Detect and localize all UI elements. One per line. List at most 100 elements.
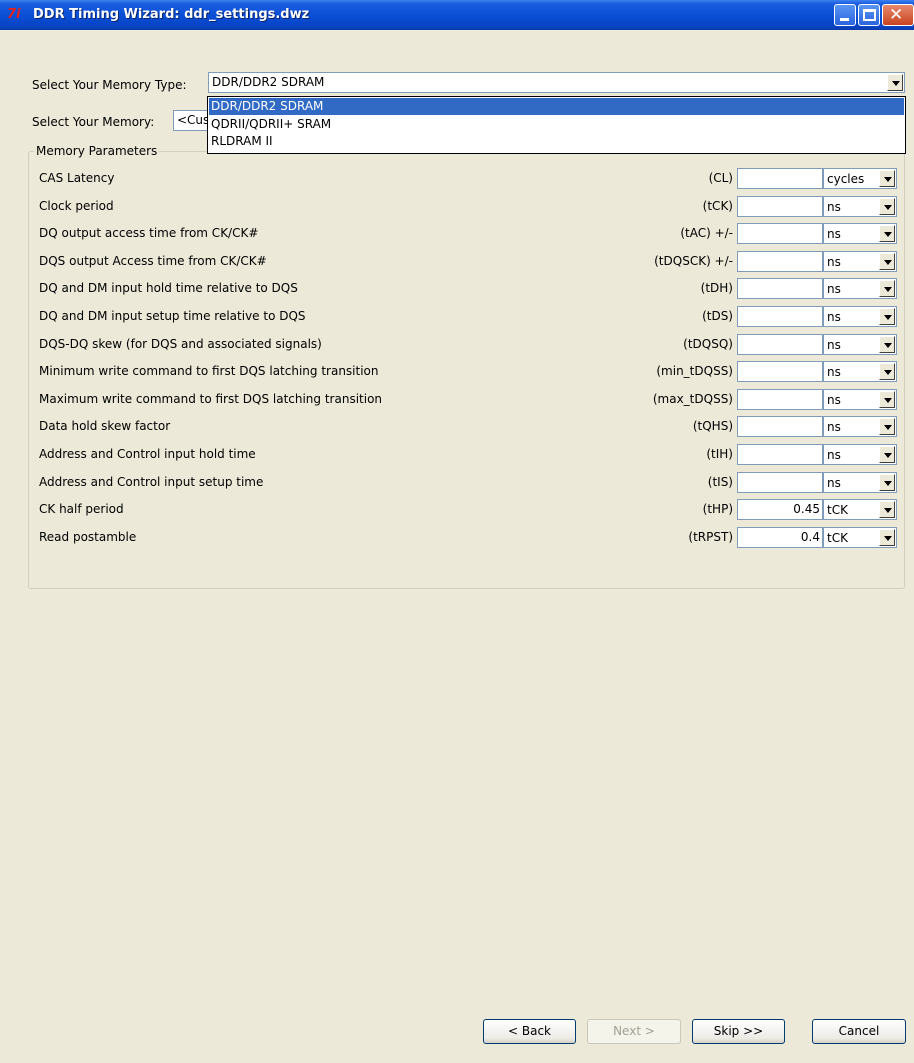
app-icon: 7i: [7, 7, 21, 22]
unit-value: cycles: [827, 172, 865, 186]
unit-value: tCK: [827, 531, 848, 545]
unit-value: ns: [827, 338, 841, 352]
parameter-value-input[interactable]: [737, 251, 823, 272]
unit-dropdown-button[interactable]: [879, 474, 895, 491]
parameter-value-input[interactable]: 0.45: [737, 499, 823, 520]
dropdown-option-ddr[interactable]: DDR/DDR2 SDRAM: [209, 98, 904, 115]
unit-dropdown-button[interactable]: [879, 280, 895, 297]
memory-type-value: DDR/DDR2 SDRAM: [212, 75, 325, 89]
chevron-down-icon: [884, 260, 892, 265]
chevron-down-icon: [884, 343, 892, 348]
unit-dropdown-button[interactable]: [879, 529, 895, 546]
chevron-down-icon: [884, 177, 892, 182]
parameter-symbol: (tDS): [702, 309, 733, 323]
parameter-symbol: (tHP): [702, 502, 733, 516]
parameter-symbol: (tCK): [702, 199, 733, 213]
parameter-label: Address and Control input setup time: [39, 475, 264, 489]
unit-select[interactable]: ns: [823, 251, 897, 272]
unit-value: ns: [827, 310, 841, 324]
unit-value: ns: [827, 365, 841, 379]
unit-select[interactable]: ns: [823, 416, 897, 437]
unit-dropdown-button[interactable]: [879, 170, 895, 187]
memory-type-dropdown-button[interactable]: [887, 74, 903, 91]
maximize-button[interactable]: [858, 4, 880, 26]
unit-select[interactable]: tCK: [823, 499, 897, 520]
parameter-value-input[interactable]: [737, 361, 823, 382]
parameter-label: Minimum write command to first DQS latch…: [39, 364, 379, 378]
parameter-value-input[interactable]: [737, 223, 823, 244]
chevron-down-icon: [884, 481, 892, 486]
parameter-value-input[interactable]: [737, 416, 823, 437]
unit-select[interactable]: ns: [823, 196, 897, 217]
unit-dropdown-button[interactable]: [879, 198, 895, 215]
next-button[interactable]: Next >: [587, 1019, 681, 1044]
dropdown-option-qdrii[interactable]: QDRII/QDRII+ SRAM: [209, 116, 904, 133]
parameter-symbol: (tIH): [706, 447, 733, 461]
unit-dropdown-button[interactable]: [879, 336, 895, 353]
skip-button[interactable]: Skip >>: [692, 1019, 785, 1044]
chevron-down-icon: [884, 536, 892, 541]
parameter-value-input[interactable]: [737, 444, 823, 465]
parameter-label: CK half period: [39, 502, 124, 516]
parameter-value-input[interactable]: [737, 168, 823, 189]
unit-select[interactable]: ns: [823, 361, 897, 382]
unit-dropdown-button[interactable]: [879, 418, 895, 435]
unit-value: ns: [827, 448, 841, 462]
unit-dropdown-button[interactable]: [879, 308, 895, 325]
parameter-label: Clock period: [39, 199, 114, 213]
parameter-symbol: (tIS): [707, 475, 733, 489]
parameter-symbol: (tDH): [700, 281, 733, 295]
chevron-down-icon: [884, 398, 892, 403]
unit-select[interactable]: cycles: [823, 168, 897, 189]
parameter-label: Data hold skew factor: [39, 419, 171, 433]
unit-select[interactable]: ns: [823, 278, 897, 299]
memory-label: Select Your Memory:: [32, 115, 155, 129]
unit-select[interactable]: tCK: [823, 527, 897, 548]
parameter-value-input[interactable]: [737, 389, 823, 410]
parameter-label: Maximum write command to first DQS latch…: [39, 392, 383, 406]
unit-select[interactable]: ns: [823, 334, 897, 355]
parameter-value-input[interactable]: [737, 334, 823, 355]
back-button[interactable]: < Back: [483, 1019, 576, 1044]
unit-select[interactable]: ns: [823, 444, 897, 465]
unit-select[interactable]: ns: [823, 306, 897, 327]
parameter-value-input[interactable]: [737, 472, 823, 493]
unit-select[interactable]: ns: [823, 472, 897, 493]
parameter-symbol: (min_tDQSS): [656, 364, 733, 378]
parameter-label: DQS-DQ skew (for DQS and associated sign…: [39, 337, 322, 351]
memory-type-dropdown-list: DDR/DDR2 SDRAM QDRII/QDRII+ SRAM RLDRAM …: [207, 96, 906, 154]
parameter-symbol: (tDQSCK) +/-: [654, 254, 733, 268]
minimize-button[interactable]: [834, 4, 856, 26]
unit-value: ns: [827, 420, 841, 434]
parameter-value-input[interactable]: 0.4: [737, 527, 823, 548]
unit-value: ns: [827, 255, 841, 269]
unit-dropdown-button[interactable]: [879, 501, 895, 518]
chevron-down-icon: [884, 370, 892, 375]
parameter-label: CAS Latency: [39, 171, 115, 185]
parameter-label: DQ and DM input hold time relative to DQ…: [39, 281, 298, 295]
parameter-value-input[interactable]: [737, 278, 823, 299]
memory-type-select[interactable]: DDR/DDR2 SDRAM: [208, 72, 905, 93]
unit-dropdown-button[interactable]: [879, 391, 895, 408]
parameter-label: Read postamble: [39, 530, 137, 544]
unit-select[interactable]: ns: [823, 389, 897, 410]
unit-value: ns: [827, 393, 841, 407]
unit-dropdown-button[interactable]: [879, 253, 895, 270]
chevron-down-icon: [884, 232, 892, 237]
chevron-down-icon: [884, 453, 892, 458]
unit-select[interactable]: ns: [823, 223, 897, 244]
chevron-down-icon: [884, 425, 892, 430]
parameter-value-input[interactable]: [737, 306, 823, 327]
chevron-down-icon: [884, 205, 892, 210]
unit-dropdown-button[interactable]: [879, 446, 895, 463]
unit-value: ns: [827, 476, 841, 490]
dropdown-option-rldram[interactable]: RLDRAM II: [209, 133, 904, 150]
title-bar[interactable]: 7i DDR Timing Wizard: ddr_settings.dwz ✕: [0, 0, 914, 30]
unit-dropdown-button[interactable]: [879, 363, 895, 380]
cancel-button[interactable]: Cancel: [812, 1019, 906, 1044]
parameter-symbol: (tAC) +/-: [680, 226, 733, 240]
close-button[interactable]: ✕: [882, 4, 914, 26]
parameter-value-input[interactable]: [737, 196, 823, 217]
unit-dropdown-button[interactable]: [879, 225, 895, 242]
unit-value: tCK: [827, 503, 848, 517]
